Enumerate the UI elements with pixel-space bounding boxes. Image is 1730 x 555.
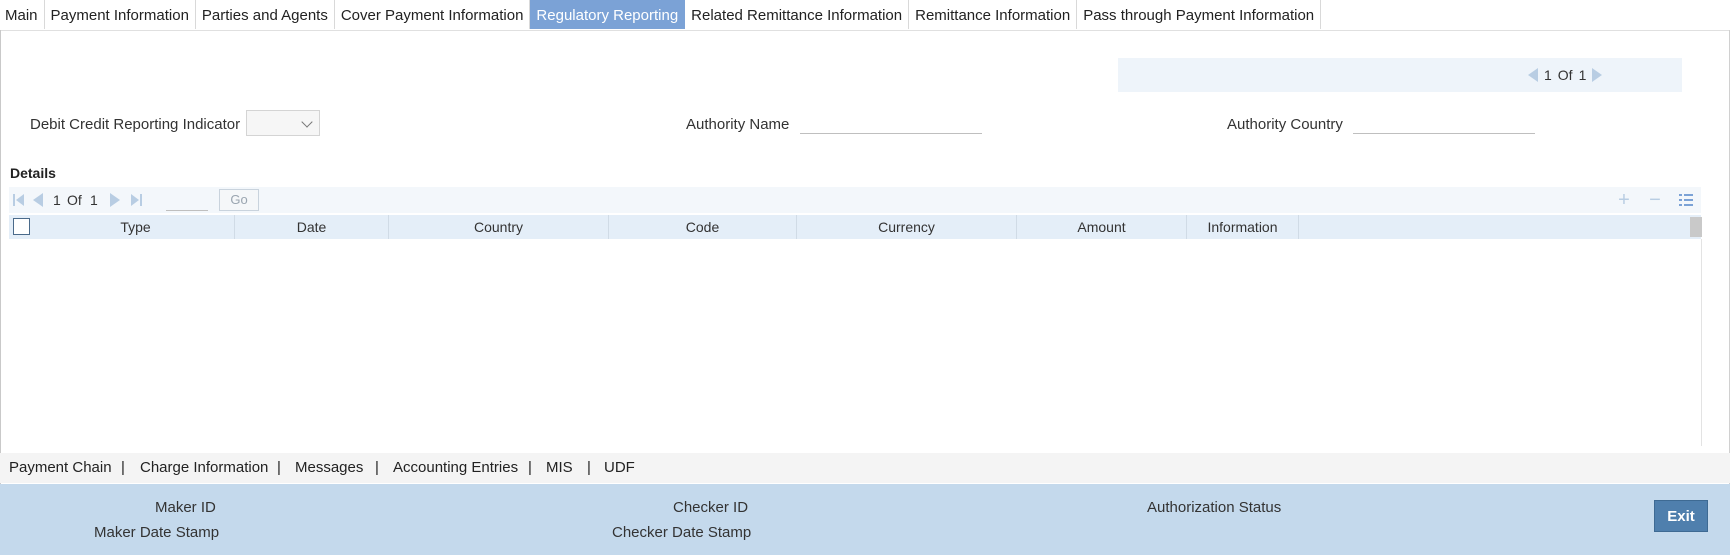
last-page-icon[interactable] xyxy=(131,194,143,206)
authority-country-input[interactable] xyxy=(1353,133,1535,134)
link-separator: | xyxy=(587,459,591,476)
details-page-input[interactable] xyxy=(166,190,208,211)
prev-record-icon[interactable] xyxy=(1528,68,1538,82)
details-grid-body xyxy=(9,239,1702,446)
select-all-checkbox[interactable] xyxy=(13,218,30,235)
mis-link[interactable]: MIS xyxy=(546,453,573,483)
delete-row-icon[interactable]: − xyxy=(1645,187,1665,213)
record-of: Of xyxy=(1557,67,1573,83)
tab-payment-information[interactable]: Payment Information xyxy=(45,0,196,29)
column-header-amount[interactable]: Amount xyxy=(1017,215,1187,239)
single-view-icon[interactable] xyxy=(1676,187,1696,213)
record-total: 1 xyxy=(1578,67,1587,83)
bottom-link-bar: Payment Chain | Charge Information | Mes… xyxy=(0,453,1730,483)
authorization-status-label: Authorization Status xyxy=(1147,499,1282,516)
details-page-current: 1 xyxy=(53,192,61,208)
tab-parties-and-agents[interactable]: Parties and Agents xyxy=(196,0,335,29)
tab-cover-payment-information[interactable]: Cover Payment Information xyxy=(335,0,531,29)
details-grid-toolbar: 1 Of 1 Go + − xyxy=(9,187,1701,213)
debit-credit-indicator-label: Debit Credit Reporting Indicator xyxy=(30,116,241,133)
next-record-icon[interactable] xyxy=(1592,68,1603,82)
link-separator: | xyxy=(528,459,532,476)
tab-main[interactable]: Main xyxy=(0,0,45,29)
column-header-currency[interactable]: Currency xyxy=(797,215,1017,239)
details-grid-header: Type Date Country Code Currency Amount I… xyxy=(9,215,1701,239)
checker-id-label: Checker ID xyxy=(673,499,749,516)
maker-date-stamp-label: Maker Date Stamp xyxy=(94,524,220,541)
add-row-icon[interactable]: + xyxy=(1614,187,1634,213)
column-header-information[interactable]: Information xyxy=(1187,215,1299,239)
column-header-code[interactable]: Code xyxy=(609,215,797,239)
column-header-date[interactable]: Date xyxy=(235,215,389,239)
authority-name-label: Authority Name xyxy=(686,116,790,133)
next-page-icon[interactable] xyxy=(110,193,120,207)
go-button[interactable]: Go xyxy=(219,189,259,211)
tab-pass-through-payment-information[interactable]: Pass through Payment Information xyxy=(1077,0,1322,29)
tab-related-remittance-information[interactable]: Related Remittance Information xyxy=(685,0,910,29)
prev-page-icon[interactable] xyxy=(33,193,43,207)
link-separator: | xyxy=(375,459,379,476)
accounting-entries-link[interactable]: Accounting Entries xyxy=(393,453,518,483)
tab-regulatory-reporting[interactable]: Regulatory Reporting xyxy=(530,0,686,29)
tab-bar-divider xyxy=(0,30,1730,31)
record-current: 1 xyxy=(1544,67,1552,83)
tab-bar: Main Payment Information Parties and Age… xyxy=(0,0,1730,30)
debit-credit-indicator-select[interactable] xyxy=(246,110,320,136)
dropdown-chevron-icon xyxy=(301,116,313,128)
details-page-total: 1 xyxy=(90,192,98,208)
messages-link[interactable]: Messages xyxy=(295,453,363,483)
column-header-country[interactable]: Country xyxy=(389,215,609,239)
authority-country-label: Authority Country xyxy=(1227,116,1343,133)
grid-vertical-scrollbar[interactable] xyxy=(1690,217,1702,237)
tab-remittance-information[interactable]: Remittance Information xyxy=(909,0,1078,29)
audit-footer: Maker ID Maker Date Stamp Checker ID Che… xyxy=(0,484,1730,555)
first-page-icon[interactable] xyxy=(13,194,25,206)
link-separator: | xyxy=(277,459,281,476)
authority-name-input[interactable] xyxy=(800,133,982,134)
checker-date-stamp-label: Checker Date Stamp xyxy=(612,524,752,541)
exit-button[interactable]: Exit xyxy=(1654,500,1708,532)
details-page-of: Of xyxy=(67,192,82,208)
udf-link[interactable]: UDF xyxy=(604,453,635,483)
payment-chain-link[interactable]: Payment Chain xyxy=(9,453,112,483)
link-separator: | xyxy=(121,459,125,476)
column-header-type[interactable]: Type xyxy=(37,215,235,239)
charge-information-link[interactable]: Charge Information xyxy=(140,453,268,483)
details-section-title: Details xyxy=(10,165,56,181)
record-pager: 1 Of 1 xyxy=(1118,58,1682,92)
maker-id-label: Maker ID xyxy=(155,499,216,516)
